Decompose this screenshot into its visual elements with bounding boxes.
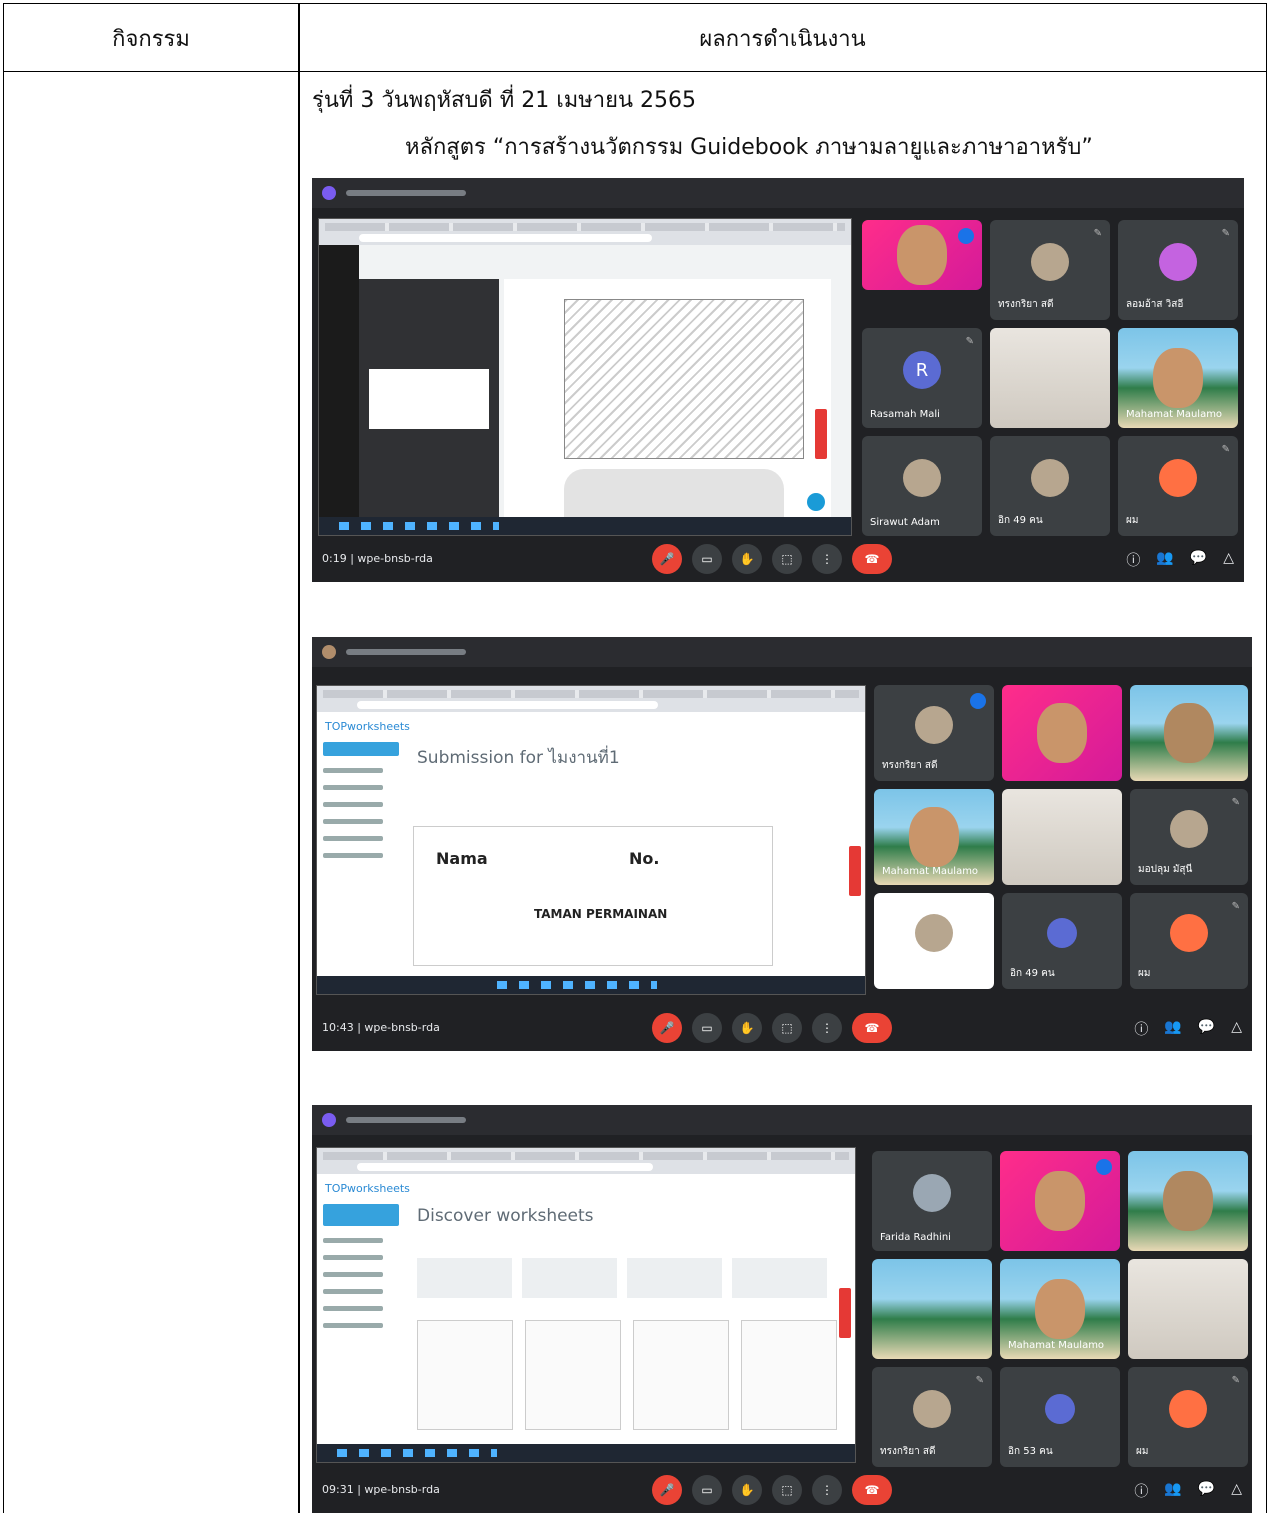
browser-chrome <box>317 686 865 712</box>
meet-screenshot-3: TOPworksheets Discover worksheets Farida… <box>312 1105 1252 1513</box>
browser-chrome <box>317 1148 855 1174</box>
activities-icon[interactable]: △ <box>1223 550 1234 570</box>
session-date: รุ่นที่ 3 วันพฤหัสบดี ที่ 21 เมษายน 2565 <box>312 88 697 113</box>
shared-screen <box>318 218 852 536</box>
windows-taskbar <box>319 517 851 535</box>
header-activity: กิจกรรม <box>112 26 190 52</box>
meeting-code: 0:19 | wpe-bnsb-rda <box>322 552 433 565</box>
worksheet-sidebar <box>323 1204 403 1432</box>
participant-tile[interactable] <box>872 1259 992 1359</box>
worksheet-heading: Discover worksheets <box>417 1206 594 1226</box>
participant-tile[interactable]: Mahamat Maulamo <box>874 789 994 885</box>
worksheet-heading: Submission for ไมงานที่1 <box>417 748 620 768</box>
camera-icon[interactable]: ▭ <box>692 544 722 574</box>
more-options-icon[interactable]: ⋮ <box>812 544 842 574</box>
participant-tile[interactable] <box>1130 685 1248 781</box>
participant-tile[interactable]: ✎ ผม <box>1128 1367 1248 1467</box>
participant-tile[interactable]: ✎ ทรงกริยา สดี <box>872 1367 992 1467</box>
raise-hand-icon[interactable]: ✋ <box>732 1475 762 1505</box>
chat-icon[interactable]: 💬 <box>1198 1019 1215 1039</box>
mic-icon[interactable]: 🎤 <box>652 1013 682 1043</box>
people-icon[interactable]: 👥 <box>1156 550 1173 570</box>
worksheet-sidebar <box>323 742 403 964</box>
help-icon[interactable] <box>807 493 825 511</box>
more-options-icon[interactable]: ⋮ <box>812 1475 842 1505</box>
participant-tile[interactable]: Farida Radhini <box>872 1151 992 1251</box>
browser-chrome <box>319 219 851 245</box>
participant-tile[interactable]: อิก 49 คน <box>990 436 1110 536</box>
windows-taskbar <box>317 976 865 994</box>
participant-tile[interactable]: ✎ ผม <box>1118 436 1238 536</box>
chat-icon[interactable]: 💬 <box>1198 1481 1215 1501</box>
info-icon[interactable]: ⓘ <box>1126 550 1140 570</box>
participant-tile[interactable]: ✎ ผม <box>1130 893 1248 989</box>
participant-tile[interactable]: R ✎ Rasamah Mali <box>862 328 982 428</box>
mic-icon[interactable]: 🎤 <box>652 544 682 574</box>
participant-tile[interactable]: อิก 53 คน <box>1000 1367 1120 1467</box>
participant-grid: Farida Radhini Mahamat Maulamo ✎ ทรงกริยา… <box>870 1149 1250 1469</box>
meet-titlebar <box>312 178 1244 208</box>
worksheet-thumbnails <box>417 1320 837 1430</box>
more-options-icon[interactable]: ⋮ <box>812 1013 842 1043</box>
shared-screen: TOPworksheets Discover worksheets <box>316 1147 856 1463</box>
raise-hand-icon[interactable]: ✋ <box>732 1013 762 1043</box>
worksheet-drawing <box>564 299 804 459</box>
participant-tile[interactable]: ทรงกริยา สดี <box>874 685 994 781</box>
people-icon[interactable]: 👥 <box>1164 1481 1181 1501</box>
participant-tile[interactable] <box>1002 789 1122 885</box>
participant-tile[interactable]: ✎ มอปลุม มัสุนี <box>1130 789 1248 885</box>
meeting-code: 10:43 | wpe-bnsb-rda <box>322 1021 440 1034</box>
table-header-row: กิจกรรม ผลการดำเนินงาน <box>4 4 1266 72</box>
meet-screenshot-1: ✎ ทรงกริยา สดี ✎ ลอมอ้าส วิสอี R ✎ Rasamah M… <box>312 178 1244 582</box>
camera-icon[interactable]: ▭ <box>692 1475 722 1505</box>
participant-tile[interactable]: ✎ ทรงกริยา สดี <box>990 220 1110 320</box>
present-icon[interactable]: ⬚ <box>772 1475 802 1505</box>
end-call-icon[interactable]: ☎ <box>852 544 892 574</box>
participant-tile[interactable]: Mahamat Maulamo <box>1118 328 1238 428</box>
chat-icon[interactable]: 💬 <box>1190 550 1207 570</box>
participant-tile[interactable] <box>990 328 1110 428</box>
participant-tile[interactable] <box>1128 1259 1248 1359</box>
course-title: หลักสูตร “การสร้างนวัตกรรม Guidebook ภาษ… <box>405 135 1093 160</box>
info-icon[interactable]: ⓘ <box>1134 1481 1148 1501</box>
meet-control-bar: 0:19 | wpe-bnsb-rda 🎤 ▭ ✋ ⬚ ⋮ ☎ ⓘ 👥 💬 △ <box>312 536 1244 582</box>
participant-grid: ✎ ทรงกริยา สดี ✎ ลอมอ้าส วิสอี R ✎ Rasamah M… <box>860 218 1240 538</box>
participant-tile[interactable]: Mahamat Maulamo <box>1000 1259 1120 1359</box>
meet-control-bar: 10:43 | wpe-bnsb-rda 🎤 ▭ ✋ ⬚ ⋮ ☎ ⓘ 👥 💬 △ <box>312 1005 1252 1051</box>
meet-control-bar: 09:31 | wpe-bnsb-rda 🎤 ▭ ✋ ⬚ ⋮ ☎ ⓘ 👥 💬 △ <box>312 1467 1252 1513</box>
activities-icon[interactable]: △ <box>1231 1019 1242 1039</box>
meet-titlebar <box>312 1105 1252 1135</box>
present-icon[interactable]: ⬚ <box>772 1013 802 1043</box>
raise-hand-icon[interactable]: ✋ <box>732 544 762 574</box>
participant-grid: ทรงกริยา สดี Mahamat Maulamo ✎ มอปลุม มัส… <box>872 681 1250 1001</box>
present-icon[interactable]: ⬚ <box>772 544 802 574</box>
column-divider <box>298 4 300 1513</box>
participant-tile[interactable] <box>1000 1151 1120 1251</box>
topworksheets-logo: TOPworksheets <box>325 1182 410 1195</box>
people-icon[interactable]: 👥 <box>1164 1019 1181 1039</box>
meet-screenshot-2: TOPworksheets Submission for ไมงานที่1 N… <box>312 637 1252 1051</box>
mic-icon[interactable]: 🎤 <box>652 1475 682 1505</box>
activities-icon[interactable]: △ <box>1231 1481 1242 1501</box>
windows-taskbar <box>317 1444 855 1462</box>
topworksheets-logo: TOPworksheets <box>325 720 410 733</box>
participant-tile[interactable]: อิก 49 คน <box>1002 893 1122 989</box>
worksheet-card: Nama No. TAMAN PERMAINAN <box>413 826 773 966</box>
camera-icon[interactable]: ▭ <box>692 1013 722 1043</box>
shared-screen: TOPworksheets Submission for ไมงานที่1 N… <box>316 685 866 995</box>
participant-tile[interactable] <box>1002 685 1122 781</box>
meet-titlebar <box>312 637 1252 667</box>
worksheet-canvas <box>504 279 831 535</box>
meeting-code: 09:31 | wpe-bnsb-rda <box>322 1483 440 1496</box>
participant-tile[interactable] <box>862 220 982 290</box>
participant-tile[interactable] <box>1128 1151 1248 1251</box>
end-call-icon[interactable]: ☎ <box>852 1013 892 1043</box>
participant-tile[interactable] <box>874 893 994 989</box>
info-icon[interactable]: ⓘ <box>1134 1019 1148 1039</box>
header-results: ผลการดำเนินงาน <box>699 26 866 52</box>
participant-tile[interactable]: ✎ ลอมอ้าส วิสอี <box>1118 220 1238 320</box>
participant-tile[interactable]: Sirawut Adam <box>862 436 982 536</box>
end-call-icon[interactable]: ☎ <box>852 1475 892 1505</box>
